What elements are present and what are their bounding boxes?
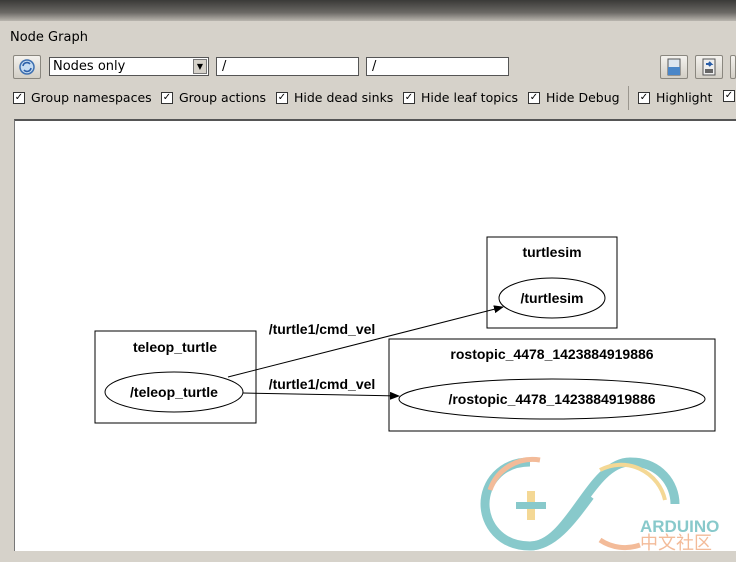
cluster-teleop-turtle[interactable]: teleop_turtle /teleop_turtle: [94, 330, 257, 424]
option-highlight[interactable]: ✓ Highlight: [638, 90, 712, 105]
checkbox[interactable]: ✓: [723, 90, 735, 102]
checkbox[interactable]: ✓: [638, 91, 650, 104]
separator: [628, 86, 629, 110]
graph-mode-select[interactable]: Nodes only ▼: [49, 57, 209, 76]
option-label: Hide Debug: [546, 90, 620, 105]
edge[interactable]: [227, 305, 504, 378]
option-group-namespaces[interactable]: ✓ Group namespaces: [13, 90, 152, 105]
cluster-label: turtlesim: [522, 244, 581, 260]
more-button[interactable]: [730, 55, 736, 79]
option-label: Group actions: [179, 90, 267, 105]
chevron-down-icon[interactable]: ▼: [193, 59, 207, 74]
node-label: /turtlesim: [520, 290, 583, 306]
graph-svg: teleop_turtle /teleop_turtle turtlesim /…: [94, 236, 719, 551]
svg-text:中文社区: 中文社区: [640, 533, 712, 551]
cluster-label: teleop_turtle: [133, 339, 217, 355]
option-hide-leaf-topics[interactable]: ✓ Hide leaf topics: [403, 90, 518, 105]
cluster-label: rostopic_4478_1423884919886: [450, 346, 653, 362]
option-hide-debug[interactable]: ✓ Hide Debug: [528, 90, 620, 105]
cluster-turtlesim[interactable]: turtlesim /turtlesim: [486, 236, 618, 329]
save-image-button[interactable]: [695, 55, 723, 79]
option-label: Hide dead sinks: [294, 90, 394, 105]
option-label: Hide leaf topics: [421, 90, 519, 105]
graph-mode-value: Nodes only: [53, 59, 126, 74]
window-top-bar: [0, 0, 736, 21]
load-dot-button[interactable]: [660, 55, 688, 79]
edge-label: /turtle1/cmd_vel: [269, 376, 376, 392]
namespace-filter-input[interactable]: /: [216, 57, 359, 76]
option-hide-dead-sinks[interactable]: ✓ Hide dead sinks: [276, 90, 393, 105]
checkbox[interactable]: ✓: [161, 91, 173, 104]
export-icon: [702, 58, 716, 76]
edge[interactable]: [242, 391, 400, 400]
option-group-actions[interactable]: ✓ Group actions: [161, 90, 266, 105]
window-title: Node Graph: [10, 30, 88, 45]
checkbox[interactable]: ✓: [13, 91, 25, 104]
option-more[interactable]: ✓: [723, 90, 735, 102]
refresh-icon: [19, 59, 35, 75]
cluster-rostopic[interactable]: rostopic_4478_1423884919886 /rostopic_44…: [388, 338, 716, 432]
arduino-watermark-logo: ARDUINO 中文社区: [480, 456, 719, 551]
node-label: /teleop_turtle: [130, 384, 218, 400]
graph-canvas[interactable]: teleop_turtle /teleop_turtle turtlesim /…: [14, 119, 736, 551]
checkbox[interactable]: ✓: [276, 91, 288, 104]
save-icon: [667, 58, 681, 76]
option-label: Group namespaces: [31, 90, 152, 105]
refresh-button[interactable]: [13, 55, 41, 79]
options-bar: ✓ Group namespaces ✓ Group actions ✓ Hide d…: [0, 86, 736, 110]
checkbox[interactable]: ✓: [528, 91, 540, 104]
node-label: /rostopic_4478_1423884919886: [448, 391, 655, 407]
option-label: Highlight: [656, 90, 713, 105]
topic-filter-input[interactable]: /: [366, 57, 509, 76]
checkbox[interactable]: ✓: [403, 91, 415, 104]
edge-label: /turtle1/cmd_vel: [269, 321, 376, 337]
